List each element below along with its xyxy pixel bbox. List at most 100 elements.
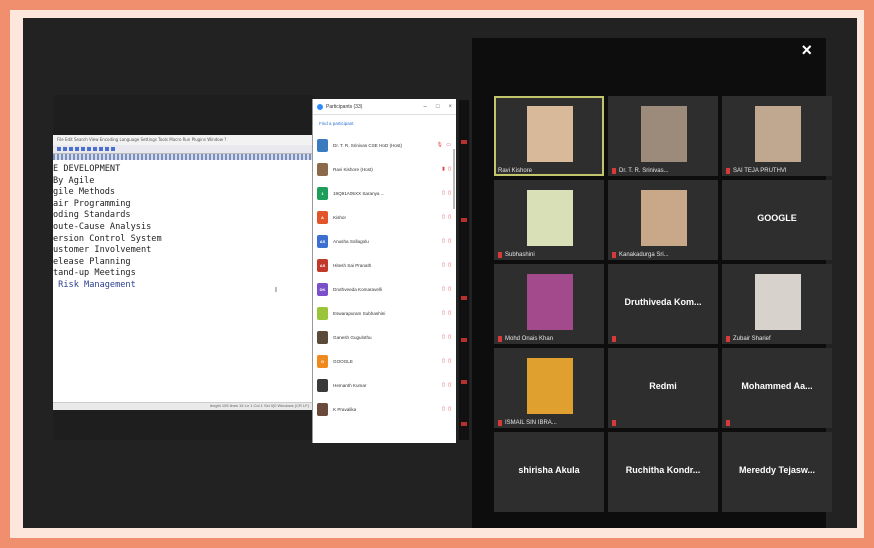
participant-row[interactable]: G GOOGLE ▯ ▯ [313, 349, 456, 373]
muted-mic-icon [726, 420, 730, 426]
editor-text-area[interactable]: E DEVELOPMENT By Agile gile Methods air Pro… [53, 160, 315, 292]
toolbar-find-icon[interactable] [105, 147, 109, 151]
participant-avatar [317, 138, 328, 152]
participant-row[interactable]: 1 19Q91A05XX Saranya ... ▯ ▯ [313, 181, 456, 205]
participant-name: Ravi Kishore (Host) [333, 166, 373, 172]
toolbar-cut-icon[interactable] [75, 147, 79, 151]
participant-video [755, 106, 801, 162]
participant-status-icons[interactable]: ▯ ▯ [430, 214, 452, 220]
editor-line: By Agile [53, 175, 95, 186]
editor-status-bar: length 105 lines 15 Ln 1 Col 1 Sel 0|0 W… [53, 402, 315, 410]
participant-row[interactable]: Ravi Kishore (Host) ▮ ▯ [313, 157, 456, 181]
tile-display-name: Mohammed Aa... [741, 381, 813, 391]
muted-mic-icon [461, 296, 467, 300]
participant-status-icons[interactable]: ▮ ▯ [430, 166, 452, 172]
participant-row[interactable]: Dr. T. R. Srinivas CSE HoD (Host) 🎙 ▭ [313, 133, 456, 157]
muted-mic-icon [498, 336, 502, 342]
tile-name-label: ISMAIL SIN IBRA... [505, 420, 557, 426]
participant-row[interactable]: A Kishor ▯ ▯ [313, 205, 456, 229]
editor-line: oute-Cause Analysis [53, 221, 152, 232]
participant-status-icons[interactable]: ▯ ▯ [430, 286, 452, 292]
gallery-close-icon[interactable]: × [801, 40, 812, 61]
toolbar-paste-icon[interactable] [87, 147, 91, 151]
editor-toolbar[interactable] [53, 145, 315, 154]
participant-row[interactable]: DK Druthveeda Komaravelli ▯ ▯ [313, 277, 456, 301]
participant-search-input[interactable]: Find a participant [317, 118, 452, 130]
participant-row[interactable]: AS Hitesh Sai Pranath ▯ ▯ [313, 253, 456, 277]
participant-row[interactable]: AS Anusha Sollagolu ▯ ▯ [313, 229, 456, 253]
screen-area: File Edit Search View Encoding Language … [23, 18, 857, 528]
participant-row[interactable]: Ganesh Gugulothu ▯ ▯ [313, 325, 456, 349]
participant-video [527, 190, 573, 246]
participant-status-icons[interactable]: ▯ ▯ [430, 262, 452, 268]
toolbar-redo-icon[interactable] [99, 147, 103, 151]
participant-name: Ganesh Gugulothu [333, 334, 372, 340]
participant-row[interactable]: K Pravalika ▯ ▯ [313, 397, 456, 421]
tile-display-name: Ruchitha Kondr... [625, 465, 701, 475]
participant-row[interactable]: Eswarapuram Subhashini ▯ ▯ [313, 301, 456, 325]
muted-mic-icon [498, 252, 502, 258]
toolbar-open-icon[interactable] [63, 147, 67, 151]
video-tile[interactable]: Druthiveda Kom... [608, 264, 718, 344]
participant-status-icons[interactable]: ▯ ▯ [430, 406, 452, 412]
video-tile[interactable]: Zubair Sharief [722, 264, 832, 344]
muted-mic-icon [612, 420, 616, 426]
muted-mic-icon [726, 168, 730, 174]
participant-name: Eswarapuram Subhashini [333, 310, 386, 316]
video-tile[interactable]: Ravi Kishore [494, 96, 604, 176]
video-tile[interactable]: Dr. T. R. Srinivas... [608, 96, 718, 176]
participant-status-icons[interactable]: ▯ ▯ [430, 358, 452, 364]
video-strip-edge [459, 100, 469, 440]
participant-avatar [317, 402, 328, 416]
participant-avatar [317, 330, 328, 344]
participant-status-icons[interactable]: ▯ ▯ [430, 238, 452, 244]
video-tile[interactable]: Redmi [608, 348, 718, 428]
participant-video [527, 274, 573, 330]
video-tile[interactable]: Subhashini [494, 180, 604, 260]
video-tile[interactable]: shirisha Akula [494, 432, 604, 512]
maximize-icon[interactable]: □ [436, 104, 440, 110]
toolbar-copy-icon[interactable] [81, 147, 85, 151]
participants-title: Participants (33) [326, 103, 363, 110]
participant-avatar [317, 162, 328, 176]
participant-status-icons[interactable]: ▯ ▯ [430, 310, 452, 316]
tile-display-name: Druthiveda Kom... [624, 297, 702, 307]
editor-line: E DEVELOPMENT [53, 164, 121, 174]
editor-line: ustomer Involvement [53, 245, 152, 256]
participant-status-icons[interactable]: ▯ ▯ [430, 190, 452, 196]
video-tile[interactable]: Mereddy Tejasw... [722, 432, 832, 512]
participant-list-scrollbar[interactable] [453, 149, 455, 209]
video-tile[interactable]: GOOGLE [722, 180, 832, 260]
toolbar-undo-icon[interactable] [93, 147, 97, 151]
editor-line: ersion Control System [53, 233, 162, 244]
editor-menu-bar[interactable]: File Edit Search View Encoding Language … [53, 135, 315, 145]
tile-name-label: Ravi Kishore [498, 168, 533, 174]
video-tile[interactable]: Mohammed Aa... [722, 348, 832, 428]
participant-name: Hitesh Sai Pranath [333, 262, 372, 268]
participants-header: Participants (33) – □ × [313, 99, 456, 115]
muted-mic-icon [461, 140, 467, 144]
participant-name: Druthveeda Komaravelli [333, 286, 383, 292]
participant-status-icons[interactable]: ▯ ▯ [430, 334, 452, 340]
muted-mic-icon [498, 420, 502, 426]
participant-row[interactable]: Hemanth Kumar ▯ ▯ [313, 373, 456, 397]
video-tile[interactable]: Mohd Onais Khan [494, 264, 604, 344]
participant-video [527, 106, 573, 162]
participant-status-icons[interactable]: 🎙 ▭ [430, 142, 452, 148]
participant-avatar: G [317, 354, 328, 368]
toolbar-new-icon[interactable] [57, 147, 61, 151]
text-editor-window: File Edit Search View Encoding Language … [53, 95, 315, 440]
toolbar-zoom-icon[interactable] [111, 147, 115, 151]
toolbar-save-icon[interactable] [69, 147, 73, 151]
participant-name: Kishor [333, 214, 347, 220]
editor-title-bar [53, 95, 315, 135]
editor-bottom-shadow [53, 410, 315, 440]
minimize-icon[interactable]: – [424, 104, 427, 110]
video-tile[interactable]: Ruchitha Kondr... [608, 432, 718, 512]
muted-mic-icon [461, 218, 467, 222]
video-tile[interactable]: Kanakadurga Sri... [608, 180, 718, 260]
close-icon[interactable]: × [448, 104, 452, 110]
video-tile[interactable]: SAI TEJA PRUTHVI [722, 96, 832, 176]
video-tile[interactable]: ISMAIL SIN IBRA... [494, 348, 604, 428]
participant-status-icons[interactable]: ▯ ▯ [430, 382, 452, 388]
